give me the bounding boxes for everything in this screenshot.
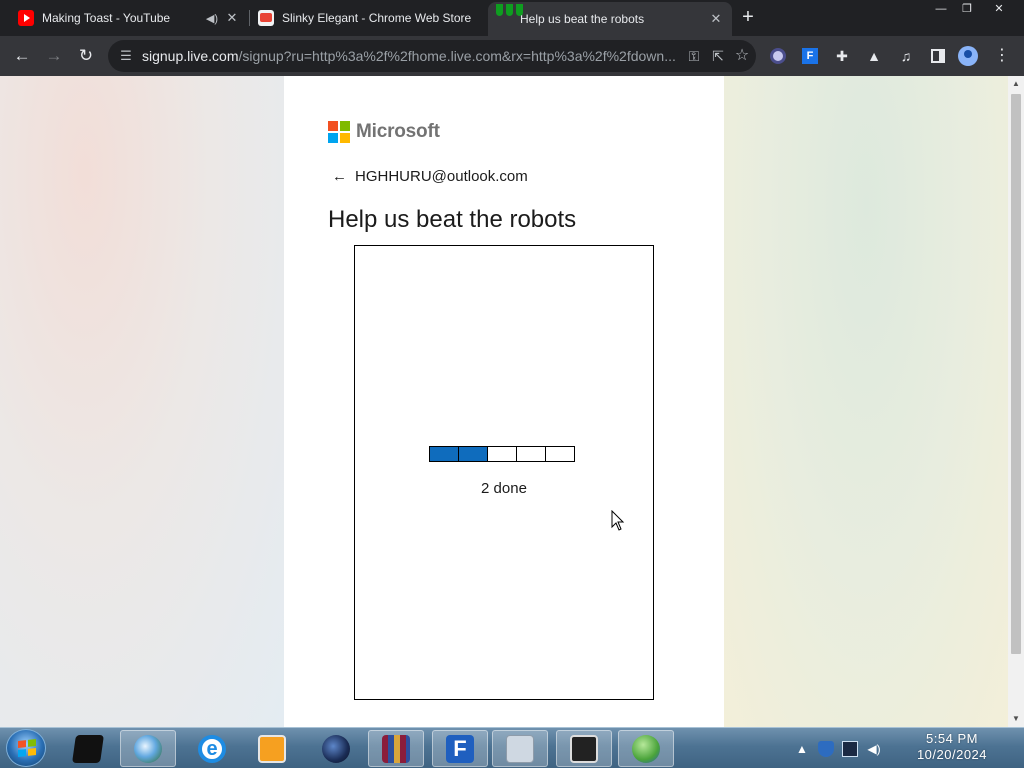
minimize-button[interactable]: — [928,0,954,18]
progress-step-pending [487,446,517,462]
page-viewport: Microsoft ← HGHHURU@outlook.com Help us … [0,76,1008,727]
identity-email: HGHHURU@outlook.com [355,168,528,185]
tab-title: Making Toast - YouTube [42,11,171,25]
tab-title: Help us beat the robots [520,12,645,26]
bookmark-star-icon[interactable]: ☆ [732,47,752,65]
tray-expand-icon[interactable]: ▲ [794,741,810,757]
tab-youtube[interactable]: Making Toast - YouTube ◀) ✕ [10,3,248,33]
progress-step-pending [516,446,546,462]
new-tab-button[interactable]: + [736,6,760,30]
background-right [724,76,1008,727]
share-icon[interactable]: ⇱ [708,47,728,65]
progress-step-pending [545,446,575,462]
windows-taskbar: e F ▲ ◀) 5:54 PM 10/20/2024 [0,727,1024,768]
progress-step-done [458,446,488,462]
site-info-icon[interactable]: ☰ [118,48,134,64]
taskbar-app[interactable] [618,730,674,767]
address-bar[interactable]: ☰ signup.live.com/signup?ru=http%3a%2f%2… [108,40,756,72]
volume-icon[interactable]: ◀) [866,741,882,757]
winrar-icon [382,734,410,763]
media-control-icon[interactable]: ♫ [896,46,916,66]
file-manager-icon: F [446,734,474,763]
scroll-up-icon[interactable]: ▲ [1008,76,1024,92]
system-clock[interactable]: 5:54 PM 10/20/2024 [892,731,1012,763]
microsoft-logo-icon [328,121,350,143]
messenger-icon [632,734,660,763]
dark-orb-icon [322,734,350,763]
back-button[interactable]: ← [8,42,36,70]
youtube-icon [18,10,34,26]
extension-badge-icon[interactable] [768,46,788,66]
url-text[interactable]: signup.live.com/signup?ru=http%3a%2f%2fh… [142,48,680,64]
globe-icon [134,734,162,763]
taskbar-app[interactable] [368,730,424,767]
media-player-icon [258,734,286,763]
taskbar-app[interactable]: F [432,730,488,767]
system-tray: ▲ ◀) [794,738,882,760]
forward-button[interactable]: → [40,42,68,70]
close-tab-icon[interactable]: ✕ [224,10,240,26]
background-left [0,76,284,727]
taskbar-app[interactable] [308,730,364,767]
page-title: Help us beat the robots [328,206,577,233]
close-tab-icon[interactable]: ✕ [708,11,724,27]
menu-kebab-icon[interactable]: ⋮ [992,46,1012,66]
challenge-progress [429,446,575,462]
start-button[interactable] [6,729,46,767]
vertical-scrollbar[interactable]: ▲ ▼ [1008,76,1024,727]
network-monitor-icon[interactable] [842,741,858,757]
console-icon [570,734,598,763]
reload-button[interactable]: ↻ [72,42,100,70]
browser-toolbar: ← → ↻ ☰ signup.live.com/signup?ru=http%3… [0,36,1024,76]
security-shield-icon[interactable] [818,741,834,757]
tab-chrome-web-store[interactable]: Slinky Elegant - Chrome Web Store [250,3,490,33]
identity-back-link[interactable]: ← HGHHURU@outlook.com [332,168,528,185]
signup-card: Microsoft ← HGHHURU@outlook.com Help us … [284,76,724,727]
taskbar-app[interactable]: e [184,730,240,767]
extension-f-icon[interactable]: F [800,46,820,66]
labs-flask-icon[interactable]: ▲ [864,46,884,66]
scroll-down-icon[interactable]: ▼ [1008,711,1024,727]
clock-time: 5:54 PM [926,731,978,746]
url-host: signup.live.com [142,48,239,64]
terminal-box-icon [72,734,104,763]
tab-strip: Making Toast - YouTube ◀) ✕ Slinky Elega… [0,0,1024,36]
captcha-challenge-frame[interactable]: 2 done [354,245,654,700]
tab-title: Slinky Elegant - Chrome Web Store [282,11,472,25]
key-icon[interactable]: ⚿ [684,47,704,65]
internet-explorer-icon: e [198,734,226,763]
profile-avatar-icon[interactable] [958,46,978,66]
speaker-icon[interactable]: ◀) [206,12,218,25]
chrome-web-store-icon [258,10,274,26]
taskbar-app[interactable] [492,730,548,767]
scroll-thumb[interactable] [1011,94,1021,654]
extensions-puzzle-icon[interactable]: ✚ [832,46,852,66]
back-arrow-icon[interactable]: ← [332,168,347,185]
mouse-cursor-icon [611,510,625,531]
overlay-logo [496,4,530,18]
clock-date: 10/20/2024 [916,747,988,762]
documents-icon [506,734,534,763]
windows-logo-icon [18,739,36,757]
challenge-status: 2 done [481,480,527,497]
url-path: /signup?ru=http%3a%2f%2fhome.live.com&rx… [238,48,676,64]
progress-step-done [429,446,459,462]
taskbar-app[interactable] [244,730,300,767]
taskbar-app[interactable] [60,730,116,767]
taskbar-app[interactable] [556,730,612,767]
restore-button[interactable]: ❐ [954,0,980,18]
window-close-button[interactable]: ✕ [982,0,1016,18]
side-panel-icon[interactable] [928,46,948,66]
brand-name: Microsoft [356,121,440,142]
microsoft-logo: Microsoft [328,121,440,143]
taskbar-app[interactable] [120,730,176,767]
